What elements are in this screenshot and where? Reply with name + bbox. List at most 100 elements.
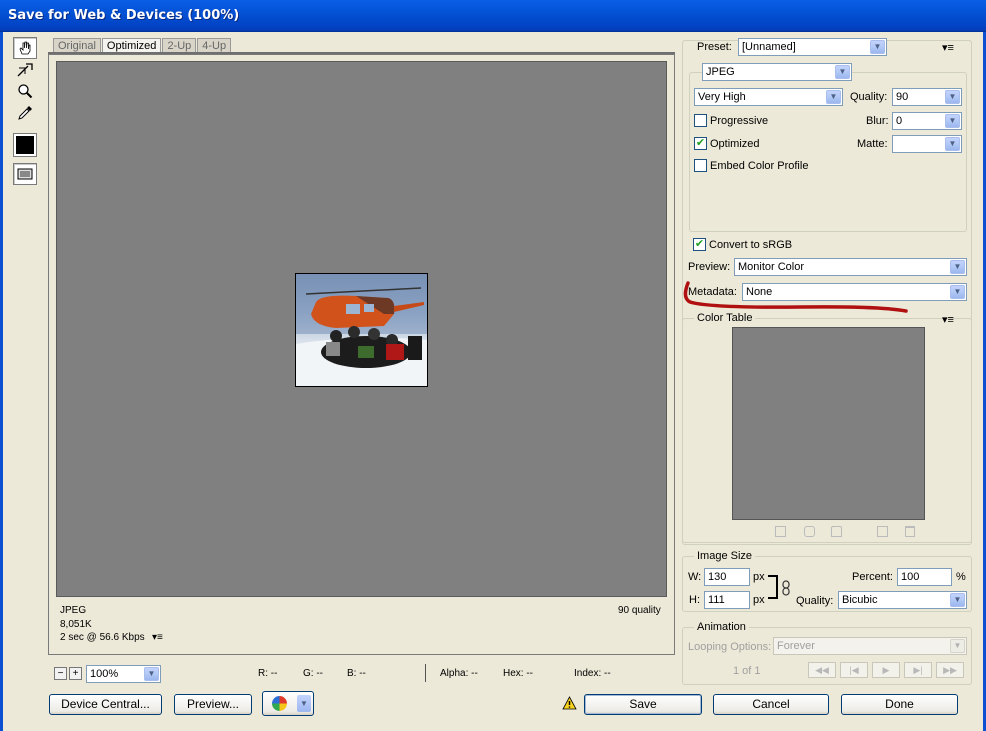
last-frame-button[interactable]: ▶▶	[936, 662, 964, 678]
zoom-tool-icon[interactable]	[13, 80, 37, 102]
height-label: H:	[689, 594, 700, 606]
alpha-readout: Alpha: --	[440, 668, 478, 679]
resample-quality-label: Quality:	[796, 595, 834, 607]
percent-unit: %	[956, 571, 966, 583]
red-readout: R: --	[258, 668, 278, 679]
device-central-button[interactable]: Device Central...	[49, 694, 162, 715]
previous-frame-button[interactable]: |◀	[840, 662, 868, 678]
chevron-down-icon: ▼	[950, 639, 965, 653]
animation-title: Animation	[694, 621, 749, 633]
looping-options-select[interactable]: Forever ▼	[773, 637, 967, 655]
eyedropper-color-swatch[interactable]	[13, 133, 37, 157]
download-time-readout: 2 sec @ 56.6 Kbps	[60, 632, 145, 643]
quality-value: 90	[896, 91, 909, 103]
hex-readout: Hex: --	[503, 668, 533, 679]
link-icon[interactable]	[781, 580, 791, 599]
convert-srgb-checkbox[interactable]: ✔	[693, 238, 706, 251]
chevron-down-icon: ▼	[945, 114, 960, 128]
quality-label: Quality:	[850, 91, 888, 103]
new-color-icon[interactable]	[877, 526, 888, 537]
looping-options-value: Forever	[777, 640, 815, 652]
hand-tool-icon[interactable]	[13, 37, 37, 59]
play-button[interactable]: ▶	[872, 662, 900, 678]
preview-image	[295, 273, 428, 387]
embed-color-profile-label: Embed Color Profile	[710, 160, 809, 172]
frame-counter: 1 of 1	[733, 665, 761, 677]
resample-quality-select[interactable]: Bicubic ▼	[838, 591, 967, 609]
zoom-out-button[interactable]: −	[54, 667, 67, 680]
chevron-down-icon: ▼	[945, 90, 960, 104]
chevron-down-icon: ▼	[945, 137, 960, 151]
tab-original[interactable]: Original	[53, 38, 101, 53]
optimized-label: Optimized	[710, 138, 760, 150]
format-value: JPEG	[706, 66, 735, 78]
compression-quality-value: Very High	[698, 91, 746, 103]
title-bar: Save for Web & Devices (100%)	[0, 0, 986, 32]
readout-divider	[425, 664, 426, 682]
format-select[interactable]: JPEG ▼	[702, 63, 852, 81]
tab-optimized[interactable]: Optimized	[101, 38, 162, 53]
zoom-in-button[interactable]: +	[69, 667, 82, 680]
preview-label: Preview:	[688, 261, 731, 273]
matte-label: Matte:	[857, 138, 888, 150]
resample-quality-value: Bicubic	[842, 594, 878, 606]
download-rate-menu-icon[interactable]: ▾≡	[152, 632, 163, 643]
color-table-menu-icon[interactable]: ▾≡	[942, 313, 954, 326]
blue-readout: B: --	[347, 668, 366, 679]
blur-label: Blur:	[866, 115, 889, 127]
chevron-down-icon: ▼	[870, 40, 885, 54]
width-unit: px	[753, 571, 765, 583]
preview-button[interactable]: Preview...	[174, 694, 252, 715]
tab-4-up[interactable]: 4-Up	[197, 38, 232, 53]
convert-srgb-label: Convert to sRGB	[709, 239, 793, 251]
filesize-readout: 8,051K	[60, 619, 92, 630]
toggle-slices-icon[interactable]	[13, 163, 37, 185]
constrain-bracket	[768, 575, 778, 599]
percent-label: Percent:	[852, 571, 893, 583]
height-unit: px	[753, 594, 765, 606]
embed-color-profile-checkbox[interactable]	[694, 159, 707, 172]
percent-field[interactable]: 100	[897, 568, 952, 586]
preset-value: [Unnamed]	[742, 41, 796, 53]
compression-quality-select[interactable]: Very High ▼	[694, 88, 843, 106]
trash-icon[interactable]	[905, 526, 915, 537]
web-snap-icon[interactable]	[804, 526, 815, 537]
chevron-down-icon: ▼	[826, 90, 841, 104]
progressive-checkbox[interactable]	[694, 114, 707, 127]
optimize-menu-icon[interactable]: ▾≡	[942, 41, 954, 54]
format-readout: JPEG	[60, 605, 87, 616]
browser-preview-button[interactable]: ▼	[262, 691, 314, 716]
height-field[interactable]: 111	[704, 591, 750, 609]
chevron-down-icon: ▼	[835, 65, 850, 79]
color-table-grid[interactable]	[732, 327, 925, 520]
map-transparent-icon[interactable]	[775, 526, 786, 537]
color-table-title: Color Table	[694, 312, 756, 324]
blur-field[interactable]: 0 ▼	[892, 112, 962, 130]
slice-select-tool-icon[interactable]	[13, 59, 37, 81]
width-field[interactable]: 130	[704, 568, 750, 586]
window-title: Save for Web & Devices (100%)	[8, 8, 240, 23]
matte-select[interactable]: ▼	[892, 135, 962, 153]
quality-field[interactable]: 90 ▼	[892, 88, 962, 106]
first-frame-button[interactable]: ◀◀	[808, 662, 836, 678]
done-button[interactable]: Done	[841, 694, 958, 715]
chevron-down-icon: ▼	[950, 260, 965, 274]
preview-value: Monitor Color	[738, 261, 805, 273]
chevron-down-icon: ▼	[950, 285, 965, 299]
eyedropper-tool-icon[interactable]	[13, 102, 37, 124]
preset-select[interactable]: [Unnamed] ▼	[738, 38, 887, 56]
cancel-button[interactable]: Cancel	[713, 694, 829, 715]
preset-label: Preset:	[697, 41, 732, 53]
zoom-level-select[interactable]: 100% ▼	[86, 665, 161, 683]
preview-select[interactable]: Monitor Color ▼	[734, 258, 967, 276]
next-frame-button[interactable]: ▶|	[904, 662, 932, 678]
width-label: W:	[688, 571, 702, 583]
browser-icon	[272, 696, 287, 711]
lock-icon[interactable]	[831, 526, 842, 537]
save-button[interactable]: Save	[584, 694, 702, 715]
optimized-checkbox[interactable]: ✔	[694, 137, 707, 150]
tab-2-up[interactable]: 2-Up	[162, 38, 197, 53]
green-readout: G: --	[303, 668, 323, 679]
zoom-level-value: 100%	[90, 668, 119, 680]
looping-options-label: Looping Options:	[688, 641, 772, 653]
